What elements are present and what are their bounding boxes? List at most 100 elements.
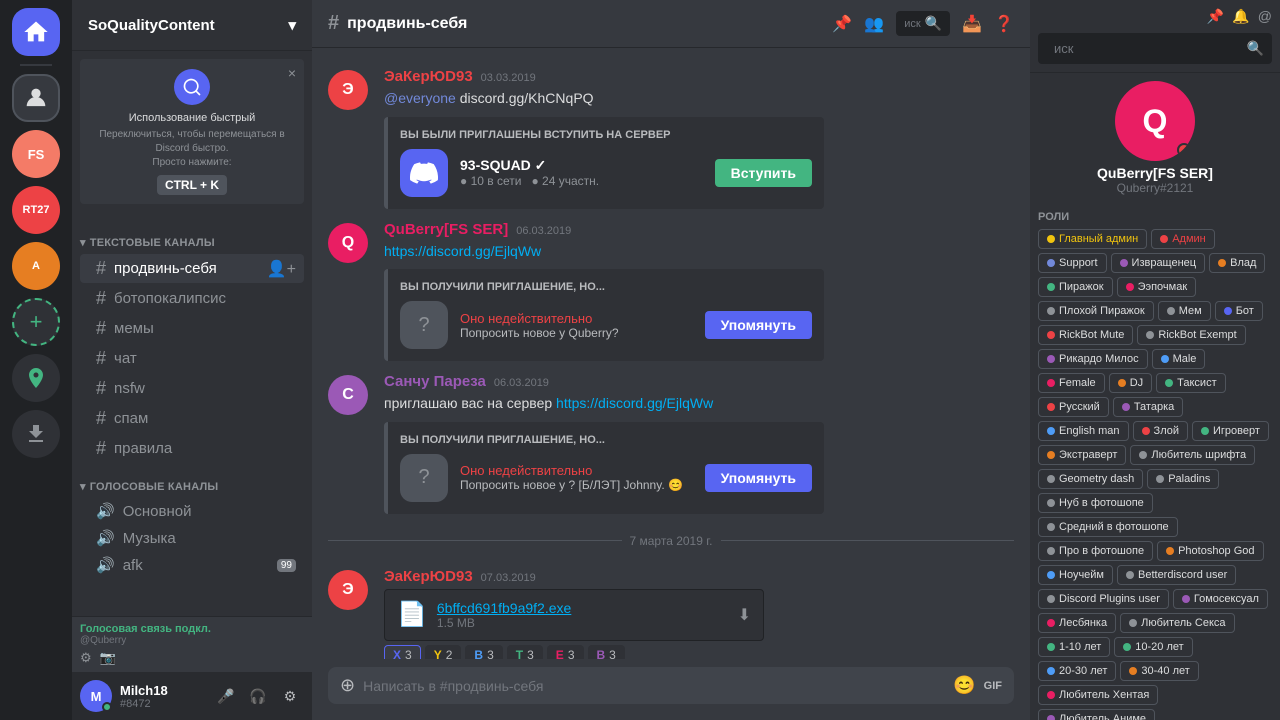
role-badge-discord-plugins[interactable]: Discord Plugins user [1038, 589, 1169, 609]
role-badge-гомосексуал[interactable]: Гомосексуал [1173, 589, 1268, 609]
role-badge-про-фото[interactable]: Про в фотошопе [1038, 541, 1153, 561]
chat-input-wrapper: ⊕ 😊 GIF [328, 667, 1014, 704]
members-icon[interactable]: 👥 [864, 14, 884, 34]
message-author[interactable]: Санчу Пареза [384, 373, 486, 390]
invite-card: ВЫ ПОЛУЧИЛИ ПРИГЛАШЕНИЕ, НО... ? Оно нед… [384, 269, 824, 361]
role-badge-geometry[interactable]: Geometry dash [1038, 469, 1143, 489]
role-badge-любитель-аниме[interactable]: Любитель Аниме [1038, 709, 1155, 720]
emoji-icon[interactable]: 😊 [953, 675, 975, 696]
channel-item-правила[interactable]: # правила [80, 434, 304, 463]
role-badge-русский[interactable]: Русский [1038, 397, 1109, 417]
message-author[interactable]: ЭаКерЮD93 [384, 68, 473, 85]
server-header[interactable]: SoQualityContent ▾ [72, 0, 312, 51]
role-badge-rickbot-mute[interactable]: RickBot Mute [1038, 325, 1133, 345]
role-badge-злой[interactable]: Злой [1133, 421, 1188, 441]
role-badge-10-20[interactable]: 10-20 лет [1114, 637, 1192, 657]
role-badge-влад[interactable]: Влад [1209, 253, 1265, 273]
role-badge-средний-фото[interactable]: Средний в фотошопе [1038, 517, 1178, 537]
role-badge-любитель-хентая[interactable]: Любитель Хентая [1038, 685, 1158, 705]
download-icon[interactable] [12, 410, 60, 458]
channel-item-спам[interactable]: # спам [80, 404, 304, 433]
server-icon-4[interactable]: A [12, 242, 60, 290]
channel-hash-icon: # [96, 288, 106, 309]
reaction-y[interactable]: Y 2 [425, 645, 462, 659]
message-author[interactable]: QuBerry[FS SER] [384, 221, 508, 238]
mention-button[interactable]: Упомянуть [705, 311, 812, 339]
join-button[interactable]: Вступить [715, 159, 812, 187]
reaction-b2[interactable]: B 3 [588, 645, 625, 659]
voice-camera-icon[interactable]: 📷 [100, 650, 116, 666]
role-badge-ноучейм[interactable]: Ноучейм [1038, 565, 1113, 585]
file-name[interactable]: 6bffcd691fb9a9f2.exe [437, 600, 571, 616]
server-icon-2[interactable]: FS [12, 130, 60, 178]
role-badge-плохой-пиражок[interactable]: Плохой Пиражок [1038, 301, 1154, 321]
attach-icon[interactable]: ⊕ [340, 675, 355, 696]
role-badge-пиражок[interactable]: Пиражок [1038, 277, 1113, 297]
explore-icon[interactable] [12, 354, 60, 402]
file-download-btn[interactable]: ⬇ [738, 605, 751, 625]
role-badge-игроверт[interactable]: Игроверт [1192, 421, 1269, 441]
role-badge-rickbot-exempt[interactable]: RickBot Exempt [1137, 325, 1245, 345]
channel-item-мемы[interactable]: # мемы [80, 314, 304, 343]
role-badge-30-40[interactable]: 30-40 лет [1120, 661, 1198, 681]
voice-channel-afk[interactable]: 🔊 afk 99 [80, 552, 304, 578]
role-badge-20-30[interactable]: 20-30 лет [1038, 661, 1116, 681]
voice-channel-Музыка[interactable]: 🔊 Музыка [80, 525, 304, 551]
help-icon[interactable]: ❓ [994, 14, 1014, 34]
reaction-x[interactable]: X 3 [384, 645, 421, 659]
role-badge-бот[interactable]: Бот [1215, 301, 1263, 321]
channel-item-ботопокалипсис[interactable]: # ботопокалипсис [80, 284, 304, 313]
mute-button[interactable]: 🎤 [212, 682, 240, 710]
role-badge-любитель-секса[interactable]: Любитель Секса [1120, 613, 1234, 633]
pin-top-icon[interactable]: 📌 [1207, 8, 1224, 25]
add-server-icon[interactable]: + [12, 298, 60, 346]
role-badge-лесбянка[interactable]: Лесбянка [1038, 613, 1116, 633]
chat-input[interactable] [363, 678, 945, 694]
role-badge-dj[interactable]: DJ [1109, 373, 1152, 393]
role-badge-support[interactable]: Support [1038, 253, 1107, 273]
role-badge-english-man[interactable]: English man [1038, 421, 1129, 441]
role-badge-1-10[interactable]: 1-10 лет [1038, 637, 1110, 657]
role-badge-рикардо[interactable]: Рикардо Милос [1038, 349, 1148, 369]
role-badge-bd-user[interactable]: Betterdiscord user [1117, 565, 1236, 585]
role-badge-мем[interactable]: Мем [1158, 301, 1211, 321]
channel-item-nsfw[interactable]: # nsfw [80, 374, 304, 403]
role-badge-male[interactable]: Male [1152, 349, 1206, 369]
bell-icon[interactable]: 🔔 [1232, 8, 1249, 25]
role-badge-татарка[interactable]: Татарка [1113, 397, 1183, 417]
reaction-e[interactable]: E 3 [547, 645, 584, 659]
inbox-icon[interactable]: 📥 [962, 14, 982, 34]
pin-icon[interactable]: 📌 [832, 14, 852, 34]
role-badge-ps-god[interactable]: Photoshop God [1157, 541, 1263, 561]
voice-channel-Основной[interactable]: 🔊 Основной [80, 498, 304, 524]
at-icon[interactable]: @ [1258, 8, 1272, 25]
mention-button[interactable]: Упомянуть [705, 464, 812, 492]
channel-item-чат[interactable]: # чат [80, 344, 304, 373]
deafen-button[interactable]: 🎧 [244, 682, 272, 710]
server-icon-sqc[interactable] [12, 74, 60, 122]
reaction-t[interactable]: T 3 [507, 645, 543, 659]
role-badge-любитель-шрифта[interactable]: Любитель шрифта [1130, 445, 1255, 465]
members-search-input[interactable] [1046, 37, 1243, 60]
reaction-b[interactable]: B 3 [465, 645, 502, 659]
server-icon-home[interactable] [12, 8, 60, 56]
role-badge-таксист[interactable]: Таксист [1156, 373, 1225, 393]
promo-close-btn[interactable]: × [288, 65, 296, 81]
role-badge-главный-админ[interactable]: Главный админ [1038, 229, 1147, 249]
search-box[interactable]: иск 🔍 [896, 11, 950, 36]
role-badge-нуб-фото[interactable]: Нуб в фотошопе [1038, 493, 1153, 513]
voice-settings-icon[interactable]: ⚙ [80, 650, 92, 666]
server-icon-3[interactable]: RT27 [12, 186, 60, 234]
role-badge-ээпочмак[interactable]: Ээпочмак [1117, 277, 1197, 297]
gif-icon[interactable]: GIF [984, 680, 1002, 692]
role-badge-экстраверт[interactable]: Экстраверт [1038, 445, 1126, 465]
channel-item-продвинь-себя[interactable]: # продвинь-себя 👤+ [80, 254, 304, 283]
message-author[interactable]: ЭаКерЮD93 [384, 568, 473, 585]
role-badge-извращенец[interactable]: Извращенец [1111, 253, 1206, 273]
role-badge-админ[interactable]: Админ [1151, 229, 1215, 249]
server-icon-label: FS [28, 147, 45, 162]
add-member-icon[interactable]: 👤+ [267, 259, 296, 279]
role-badge-paladins[interactable]: Paladins [1147, 469, 1219, 489]
role-badge-female[interactable]: Female [1038, 373, 1105, 393]
settings-button[interactable]: ⚙ [276, 682, 304, 710]
